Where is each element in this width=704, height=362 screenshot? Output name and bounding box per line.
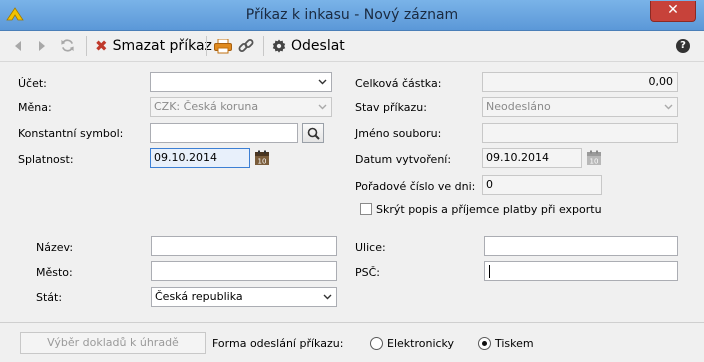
- back-arrow-icon[interactable]: [14, 41, 22, 51]
- daily-sequence-label: Pořadové číslo ve dni:: [355, 180, 476, 193]
- toolbar: ✖ Smazat příkaz Odeslat ?: [0, 31, 704, 62]
- creation-date-label: Datum vytvoření:: [355, 153, 452, 166]
- postal-code-label: PSČ:: [355, 266, 381, 279]
- account-select[interactable]: [150, 72, 332, 92]
- radio-print[interactable]: [478, 337, 491, 350]
- country-label: Stát:: [36, 291, 63, 304]
- forward-arrow-icon[interactable]: [38, 41, 46, 51]
- constant-symbol-label: Konstantní symbol:: [18, 127, 124, 140]
- send-form-label: Forma odeslání příkazu:: [212, 337, 344, 350]
- radio-print-label: Tiskem: [495, 337, 534, 350]
- order-status-label: Stav příkazu:: [355, 101, 427, 114]
- text-cursor: [489, 265, 490, 278]
- postal-code-input[interactable]: [484, 261, 678, 281]
- total-amount-label: Celková částka:: [355, 77, 442, 90]
- title-bar: Příkaz k inkasu - Nový záznam ✕: [0, 0, 704, 31]
- radio-selected-dot: [482, 341, 487, 346]
- hide-description-label: Skrýt popis a příjemce platby při export…: [376, 203, 602, 216]
- city-input[interactable]: [151, 261, 337, 281]
- file-name-label: Jméno souboru:: [355, 127, 442, 140]
- search-icon: [307, 127, 320, 140]
- total-amount-field: 0,00: [482, 72, 678, 92]
- calendar-icon[interactable]: 10: [254, 150, 270, 166]
- chevron-down-icon: [318, 79, 327, 85]
- street-label: Ulice:: [355, 241, 386, 254]
- order-status-value: Neodesláno: [486, 100, 551, 113]
- name-label: Název:: [36, 241, 74, 254]
- street-input[interactable]: [484, 236, 678, 256]
- file-name-field: [482, 123, 678, 143]
- window-title: Příkaz k inkasu - Nový záznam: [245, 7, 459, 23]
- calendar-icon-disabled: 10: [586, 150, 602, 166]
- country-select[interactable]: Česká republika: [151, 287, 337, 307]
- delete-order-button[interactable]: ✖ Smazat příkaz: [95, 31, 212, 61]
- name-input[interactable]: [151, 236, 337, 256]
- constant-symbol-input[interactable]: [150, 123, 298, 143]
- currency-select[interactable]: CZK: Česká koruna: [150, 97, 332, 117]
- creation-date-field: 09.10.2014: [482, 148, 582, 168]
- order-status-select[interactable]: Neodesláno: [482, 97, 678, 117]
- hide-description-checkbox[interactable]: [360, 203, 372, 215]
- search-button[interactable]: [302, 123, 324, 143]
- daily-sequence-field: 0: [482, 175, 602, 195]
- delete-order-label: Smazat příkaz: [112, 38, 212, 54]
- gear-icon: [272, 39, 286, 53]
- currency-value: CZK: Česká koruna: [154, 100, 259, 113]
- chevron-down-icon: [323, 294, 332, 300]
- chevron-down-icon: [664, 104, 673, 110]
- account-label: Účet:: [18, 77, 47, 90]
- radio-electronic[interactable]: [370, 337, 383, 350]
- close-button[interactable]: ✕: [650, 1, 696, 22]
- footer-divider: [0, 322, 704, 323]
- delete-x-icon: ✖: [95, 37, 108, 55]
- help-icon[interactable]: ?: [676, 39, 690, 53]
- radio-electronic-label: Elektronicky: [387, 337, 455, 350]
- print-icon[interactable]: [214, 39, 232, 54]
- toolbar-separator: [206, 36, 207, 56]
- select-documents-button[interactable]: Výběr dokladů k úhradě: [20, 332, 206, 354]
- country-value: Česká republika: [155, 290, 243, 303]
- due-date-input[interactable]: 09.10.2014: [150, 148, 250, 168]
- city-label: Město:: [36, 266, 73, 279]
- chevron-down-icon: [318, 104, 327, 110]
- refresh-icon[interactable]: [60, 38, 75, 53]
- toolbar-separator: [263, 36, 264, 56]
- link-icon[interactable]: [238, 38, 254, 54]
- send-label: Odeslat: [291, 38, 345, 54]
- send-button[interactable]: Odeslat: [272, 31, 345, 61]
- toolbar-separator: [86, 36, 87, 56]
- svg-text:10: 10: [258, 158, 267, 166]
- due-date-label: Splatnost:: [18, 153, 74, 166]
- svg-text:10: 10: [590, 158, 599, 166]
- currency-label: Měna:: [18, 101, 52, 114]
